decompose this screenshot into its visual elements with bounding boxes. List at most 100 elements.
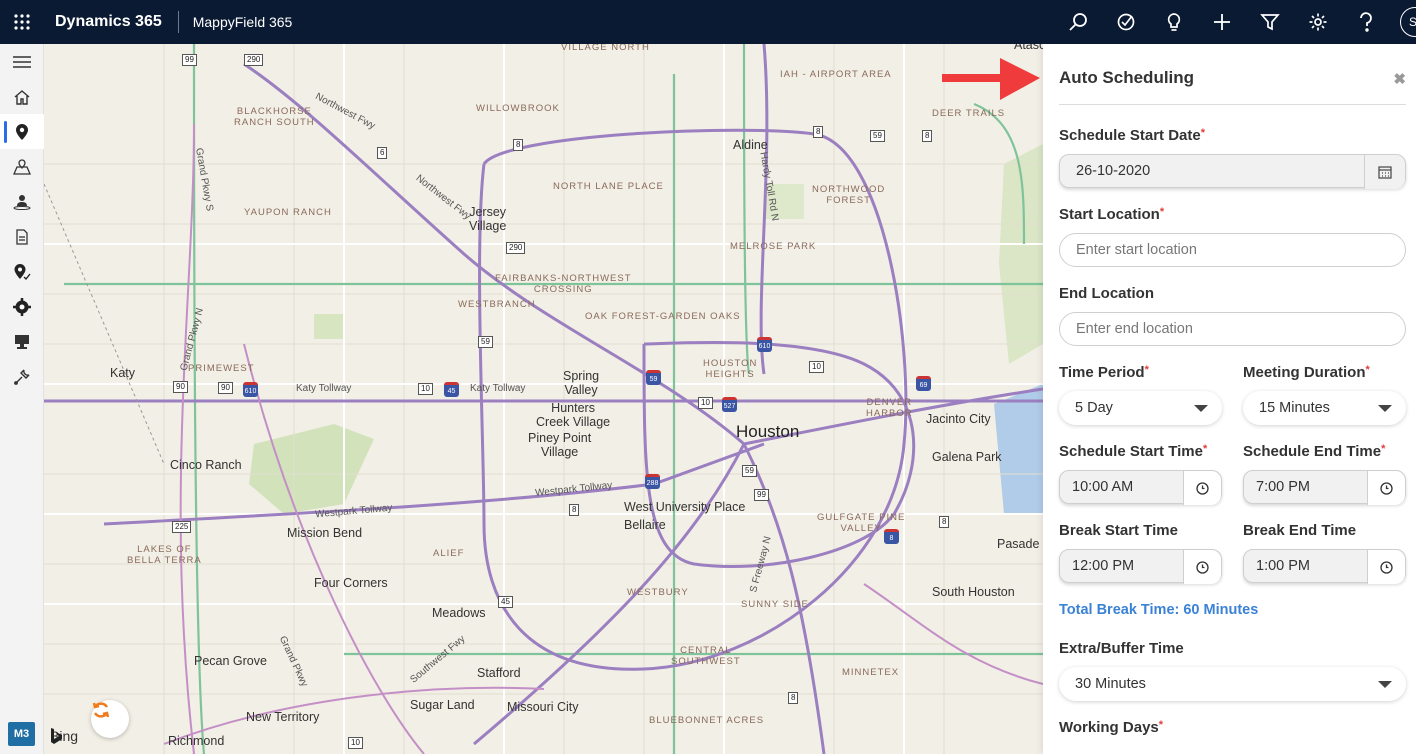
buffer-time-value: 30 Minutes bbox=[1075, 676, 1146, 692]
map-label-aldine: Aldine bbox=[733, 138, 768, 152]
break-end-time-field[interactable]: 1:00 PM bbox=[1243, 549, 1406, 584]
time-period-value: 5 Day bbox=[1075, 400, 1113, 416]
map-label-bluebonnet: BLUEBONNET ACRES bbox=[649, 715, 765, 726]
user-avatar[interactable]: S( bbox=[1400, 7, 1416, 37]
panel-divider bbox=[1059, 104, 1406, 105]
route-shield: 8 bbox=[513, 139, 524, 151]
map-label-melrose: MELROSE PARK bbox=[730, 241, 817, 252]
calendar-icon[interactable] bbox=[1364, 155, 1405, 189]
map-label-four-corners: Four Corners bbox=[314, 576, 388, 590]
gear-icon[interactable] bbox=[1294, 0, 1342, 44]
map-label-westbranch: WESTBRANCH bbox=[458, 299, 536, 310]
break-start-time-field[interactable]: 12:00 PM bbox=[1059, 549, 1222, 584]
home-icon[interactable] bbox=[0, 79, 44, 114]
route-shield: 99 bbox=[754, 489, 769, 501]
map-pin-icon[interactable] bbox=[0, 114, 44, 149]
map-label-yaupon-ranch: YAUPON RANCH bbox=[244, 207, 332, 218]
map-label-lakes-bella: LAKES OF BELLA TERRA bbox=[127, 544, 202, 566]
schedule-start-time-field[interactable]: 10:00 AM bbox=[1059, 470, 1222, 505]
brand-title[interactable]: Dynamics 365 bbox=[55, 13, 162, 31]
settings-icon[interactable] bbox=[0, 289, 44, 324]
route-shield: 10 bbox=[348, 737, 363, 749]
app-launcher-icon[interactable] bbox=[0, 0, 44, 44]
map-label-cinco-ranch: Cinco Ranch bbox=[170, 458, 242, 472]
panel-title: Auto Scheduling bbox=[1059, 68, 1195, 87]
close-icon[interactable]: ✖ bbox=[1393, 70, 1406, 88]
search-icon[interactable] bbox=[1054, 0, 1102, 44]
route-shield: 90 bbox=[173, 381, 188, 393]
person-pin-icon[interactable] bbox=[0, 184, 44, 219]
map-route-icon[interactable] bbox=[0, 149, 44, 184]
interstate-shield: 69 bbox=[916, 376, 931, 391]
route-shield: 8 bbox=[813, 126, 824, 138]
map-label-katy: Katy bbox=[110, 366, 136, 380]
pin-check-icon[interactable] bbox=[0, 254, 44, 289]
filter-icon[interactable] bbox=[1246, 0, 1294, 44]
meeting-duration-label: Meeting Duration* bbox=[1243, 364, 1370, 381]
map-label-houston: Houston bbox=[736, 422, 800, 441]
interstate-shield: 527 bbox=[722, 397, 737, 412]
buffer-time-select[interactable]: 30 Minutes bbox=[1059, 667, 1406, 701]
app-name[interactable]: MappyField 365 bbox=[193, 14, 293, 30]
break-end-time-label: Break End Time bbox=[1243, 522, 1357, 539]
help-icon[interactable] bbox=[1342, 0, 1390, 44]
map-canvas[interactable]: Houston Katy Cinco Ranch Mission Bend Fo… bbox=[44, 44, 1043, 754]
start-location-input[interactable]: Enter start location bbox=[1059, 233, 1406, 267]
clock-icon[interactable] bbox=[1367, 550, 1405, 584]
route-shield: 8 bbox=[939, 516, 950, 528]
meeting-duration-select[interactable]: 15 Minutes bbox=[1243, 391, 1406, 425]
interstate-shield: 610 bbox=[243, 382, 258, 397]
refresh-button[interactable] bbox=[91, 700, 129, 738]
map-label-minnetex: MINNETEX bbox=[842, 667, 900, 678]
menu-icon[interactable] bbox=[0, 44, 44, 79]
break-end-time-value: 1:00 PM bbox=[1256, 558, 1310, 574]
task-check-icon[interactable] bbox=[1102, 0, 1150, 44]
route-shield: 99 bbox=[182, 54, 197, 66]
map-label-willowbrook: WILLOWBROOK bbox=[476, 103, 560, 114]
route-shield: 10 bbox=[809, 361, 824, 373]
map-label-katy-tollway-1: Katy Tollway bbox=[296, 383, 352, 394]
clock-icon[interactable] bbox=[1367, 471, 1405, 505]
map-label-mission-bend: Mission Bend bbox=[287, 526, 363, 540]
clock-icon[interactable] bbox=[1183, 471, 1221, 505]
map-label-northwood: NORTHWOOD FOREST bbox=[812, 184, 886, 206]
route-shield: 8 bbox=[922, 130, 933, 142]
map-label-south-houston: South Houston bbox=[932, 585, 1015, 599]
lightbulb-icon[interactable] bbox=[1150, 0, 1198, 44]
tools-icon[interactable] bbox=[0, 359, 44, 394]
interstate-shield: 59 bbox=[646, 370, 661, 385]
chevron-down-icon bbox=[1378, 405, 1392, 412]
map-label-hunters-creek: Hunters Creek Village bbox=[536, 401, 611, 429]
route-shield: 45 bbox=[498, 596, 513, 608]
map-label-deer-trails: DEER TRAILS bbox=[932, 108, 1006, 119]
end-location-input[interactable]: Enter end location bbox=[1059, 312, 1406, 346]
end-location-label: End Location bbox=[1059, 285, 1154, 302]
total-break-time: Total Break Time: 60 Minutes bbox=[1059, 602, 1259, 618]
document-icon[interactable] bbox=[0, 219, 44, 254]
route-shield: 225 bbox=[172, 521, 192, 533]
plus-icon[interactable] bbox=[1198, 0, 1246, 44]
monitor-icon[interactable] bbox=[0, 324, 44, 359]
map-label-atascocita: Atasc bbox=[1014, 44, 1043, 52]
schedule-end-time-field[interactable]: 7:00 PM bbox=[1243, 470, 1406, 505]
clock-icon[interactable] bbox=[1183, 550, 1221, 584]
break-start-time-value: 12:00 PM bbox=[1072, 558, 1135, 574]
schedule-end-time-label: Schedule End Time* bbox=[1243, 443, 1386, 460]
time-period-select[interactable]: 5 Day bbox=[1059, 391, 1222, 425]
map-label-spring-valley: Spring Valley bbox=[563, 369, 600, 397]
auto-scheduling-panel: Auto Scheduling ✖ Schedule Start Date* 2… bbox=[1043, 44, 1416, 754]
route-shield: 90 bbox=[218, 382, 233, 394]
bing-attribution: Bing bbox=[50, 728, 78, 744]
route-shield: 290 bbox=[506, 242, 526, 254]
environment-badge[interactable]: M3 bbox=[8, 722, 35, 746]
map-label-sugar-land: Sugar Land bbox=[410, 698, 475, 712]
map-label-blackhorse: BLACKHORSE RANCH SOUTH bbox=[234, 106, 315, 128]
buffer-time-label: Extra/Buffer Time bbox=[1059, 640, 1184, 657]
map-label-meadows: Meadows bbox=[432, 606, 486, 620]
route-shield: 59 bbox=[478, 336, 493, 348]
schedule-start-date-field[interactable]: 26-10-2020 bbox=[1059, 154, 1406, 189]
map-label-primewest: PRIMEWEST bbox=[188, 363, 255, 374]
map-label-jersey-village: Jersey Village bbox=[469, 205, 507, 233]
schedule-start-time-value: 10:00 AM bbox=[1072, 479, 1134, 495]
map-label-missouri-city: Missouri City bbox=[507, 700, 579, 714]
